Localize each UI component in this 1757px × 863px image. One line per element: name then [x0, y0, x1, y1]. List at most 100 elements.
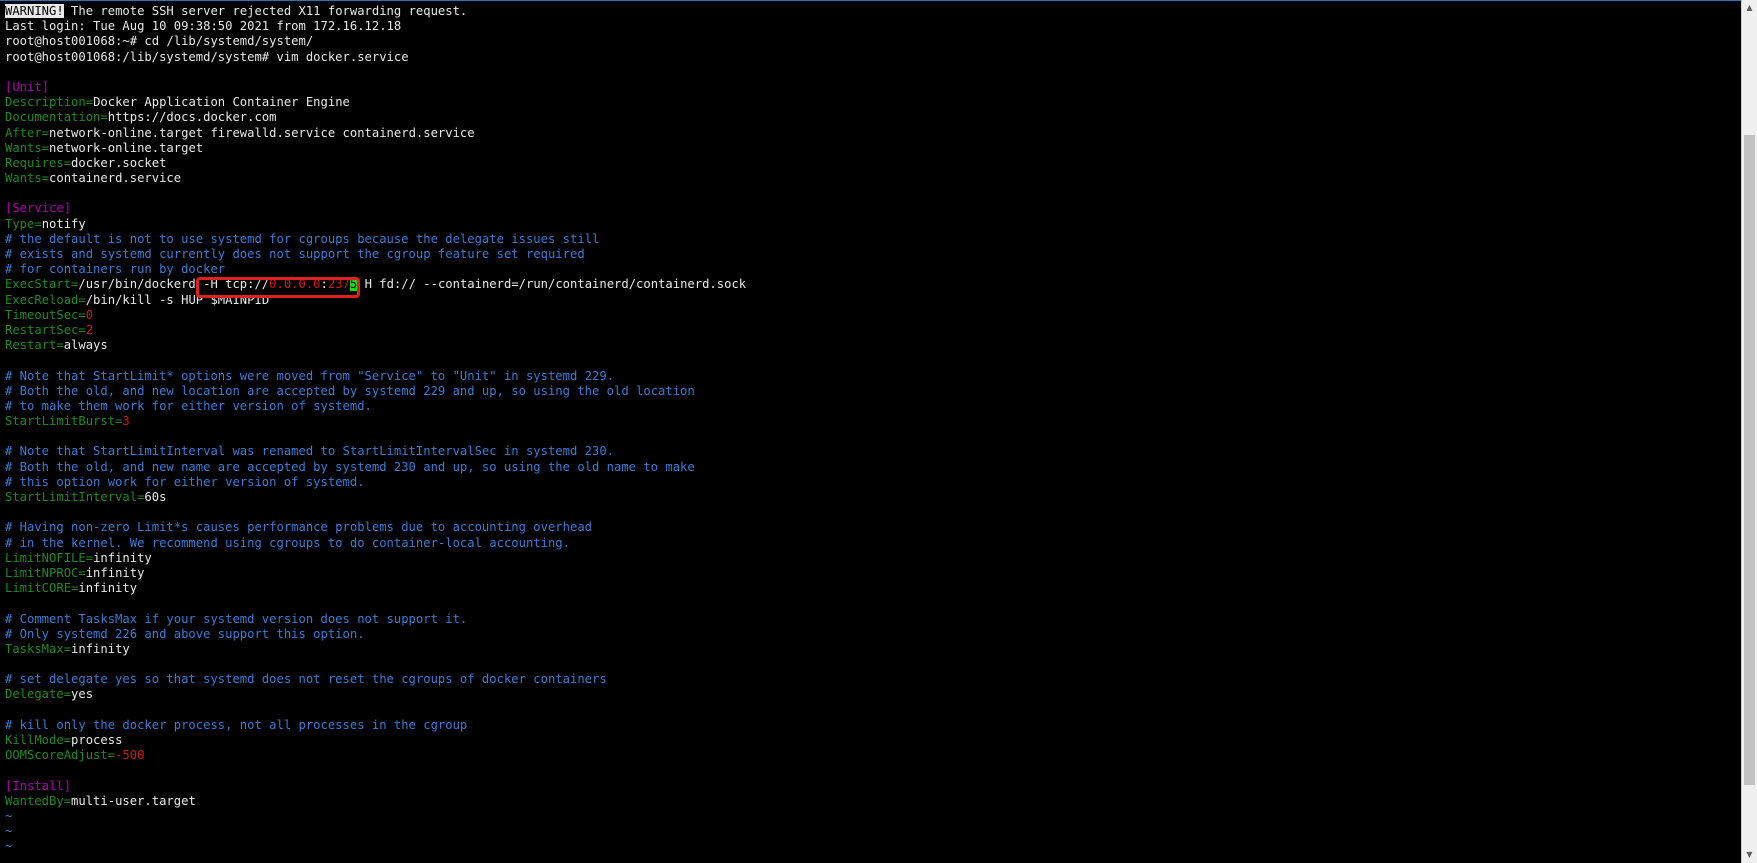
terminal-text-segment: network-online.target firewalld.service … — [49, 125, 475, 140]
terminal-text-segment: Last login: Tue Aug 10 09:38:50 2021 fro… — [5, 19, 402, 34]
terminal-line: RestartSec=2 — [5, 323, 746, 338]
terminal-text-segment: # Having non-zero Limit*s causes perform… — [5, 520, 592, 535]
scroll-down-arrow-icon[interactable]: ▼ — [1742, 847, 1757, 863]
vertical-scrollbar[interactable]: ▲ ▼ — [1741, 0, 1757, 863]
terminal-text-segment: # Both the old, and new name are accepte… — [5, 459, 695, 474]
terminal-text-segment: process — [71, 733, 123, 747]
terminal-text-segment: # to make them work for either version o… — [5, 398, 372, 413]
terminal-text-segment: TimeoutSec= — [5, 307, 86, 322]
terminal-line: # Note that StartLimit* options were mov… — [5, 369, 746, 384]
terminal-text-segment: ~ — [5, 808, 13, 823]
terminal-line: Description=Docker Application Container… — [5, 95, 746, 110]
terminal-line: LimitNOFILE=infinity — [5, 551, 746, 566]
terminal-text-segment: 60s — [144, 490, 167, 504]
terminal-text-segment: ~ — [5, 824, 13, 839]
terminal-text-segment: TasksMax= — [5, 641, 72, 656]
scroll-up-arrow-icon[interactable]: ▲ — [1742, 0, 1757, 16]
terminal-text-segment: 237 — [327, 277, 350, 292]
terminal-text-segment: Type= — [5, 216, 42, 231]
terminal-line: # Note that StartLimitInterval was renam… — [5, 444, 746, 459]
terminal-line: Restart=always — [5, 338, 746, 353]
terminal-text-segment: ExecReload= — [5, 292, 86, 307]
terminal-line: [Unit] — [5, 80, 746, 95]
terminal-window[interactable]: WARNING! The remote SSH server rejected … — [0, 0, 1741, 863]
terminal-line: Type=notify — [5, 217, 746, 232]
terminal-line: Last login: Tue Aug 10 09:38:50 2021 fro… — [5, 19, 746, 34]
terminal-line: OOMScoreAdjust=-500 — [5, 748, 746, 763]
terminal-text-segment: # the default is not to use systemd for … — [5, 231, 600, 246]
terminal-text-segment: /usr/bin/dockerd -H tcp:// — [78, 277, 270, 292]
terminal-text-segment: WARNING! — [5, 4, 64, 18]
terminal-text-area[interactable]: WARNING! The remote SSH server rejected … — [5, 4, 746, 855]
terminal-line: # Both the old, and new name are accepte… — [5, 460, 746, 475]
terminal-line: StartLimitInterval=60s — [5, 490, 746, 505]
terminal-text-segment: # Comment TasksMax if your systemd versi… — [5, 611, 468, 626]
terminal-line: WARNING! The remote SSH server rejected … — [5, 4, 746, 19]
terminal-text-segment: Wants= — [5, 171, 50, 186]
terminal-text-segment: [Install] — [5, 778, 72, 793]
terminal-line: # the default is not to use systemd for … — [5, 232, 746, 247]
terminal-text-segment: After= — [5, 125, 50, 140]
terminal-line: ExecStart=/usr/bin/dockerd -H tcp://0.0.… — [5, 277, 746, 292]
terminal-text-segment: multi-user.target — [71, 793, 196, 808]
terminal-text-segment: Requires= — [5, 155, 72, 170]
terminal-line: Documentation=https://docs.docker.com — [5, 110, 746, 125]
terminal-text-segment: notify — [41, 216, 86, 231]
terminal-text-segment: 0.0.0.0 — [269, 277, 321, 292]
terminal-line: root@host001068:~# cd /lib/systemd/syste… — [5, 34, 746, 49]
terminal-text-segment: /bin/kill -s HUP $MAINPID — [85, 292, 270, 307]
terminal-text-segment: KillMode= — [5, 733, 72, 747]
terminal-text-segment: # Both the old, and new location are acc… — [5, 383, 695, 398]
terminal-line: Wants=network-online.target — [5, 141, 746, 156]
terminal-line: # Having non-zero Limit*s causes perform… — [5, 520, 746, 535]
terminal-text-segment: containerd.service — [49, 171, 182, 186]
terminal-text-segment: LimitCORE= — [5, 581, 79, 596]
terminal-line: # Only systemd 226 and above support thi… — [5, 627, 746, 642]
terminal-line: TimeoutSec=0 — [5, 308, 746, 323]
terminal-line: Delegate=yes — [5, 687, 746, 702]
terminal-text-segment: StartLimitInterval= — [5, 490, 145, 504]
terminal-line: # Comment TasksMax if your systemd versi… — [5, 612, 746, 627]
terminal-text-segment: infinity — [93, 550, 152, 565]
terminal-line: ~ — [5, 809, 746, 824]
terminal-text-segment: [Service] — [5, 201, 72, 216]
terminal-text-segment: root@host001068:/lib/systemd/system# vim… — [5, 49, 409, 64]
terminal-text-segment: StartLimitBurst= — [5, 414, 123, 429]
terminal-text-segment: # in the kernel. We recommend using cgro… — [5, 535, 570, 550]
terminal-text-segment: -500 — [115, 748, 145, 763]
terminal-text-segment: # exists and systemd currently does not … — [5, 247, 585, 261]
terminal-text-segment: # this option work for either version of… — [5, 474, 365, 489]
terminal-text-segment: Description= — [5, 95, 94, 110]
terminal-text-segment: ~ — [5, 839, 13, 854]
terminal-text-segment: ExecStart= — [5, 277, 79, 292]
terminal-text-segment: Documentation= — [5, 110, 108, 125]
terminal-text-segment: # set delegate yes so that systemd does … — [5, 672, 607, 687]
scrollbar-thumb[interactable] — [1744, 135, 1755, 785]
terminal-line: LimitCORE=infinity — [5, 581, 746, 596]
terminal-text-segment: The remote SSH server rejected X11 forwa… — [63, 4, 468, 18]
terminal-text-segment: 0 — [85, 307, 94, 322]
terminal-text-segment: [Unit] — [5, 79, 50, 94]
terminal-line: ~ — [5, 839, 746, 854]
terminal-text-segment: 3 — [122, 414, 130, 429]
terminal-text-segment: LimitNPROC= — [5, 565, 86, 580]
terminal-line: # Both the old, and new location are acc… — [5, 384, 746, 399]
terminal-text-segment: Restart= — [5, 338, 64, 353]
terminal-line: ExecReload=/bin/kill -s HUP $MAINPID — [5, 293, 746, 308]
terminal-text-segment: 2 — [85, 322, 94, 337]
terminal-line: # exists and systemd currently does not … — [5, 247, 746, 262]
terminal-line: root@host001068:/lib/systemd/system# vim… — [5, 50, 746, 65]
terminal-line: WantedBy=multi-user.target — [5, 794, 746, 809]
terminal-line: # this option work for either version of… — [5, 475, 746, 490]
terminal-text-segment: infinity — [85, 565, 145, 580]
terminal-line: After=network-online.target firewalld.se… — [5, 126, 746, 141]
terminal-line: # for containers run by docker — [5, 262, 746, 277]
terminal-line: # to make them work for either version o… — [5, 399, 746, 414]
terminal-text-segment: : — [320, 277, 328, 292]
